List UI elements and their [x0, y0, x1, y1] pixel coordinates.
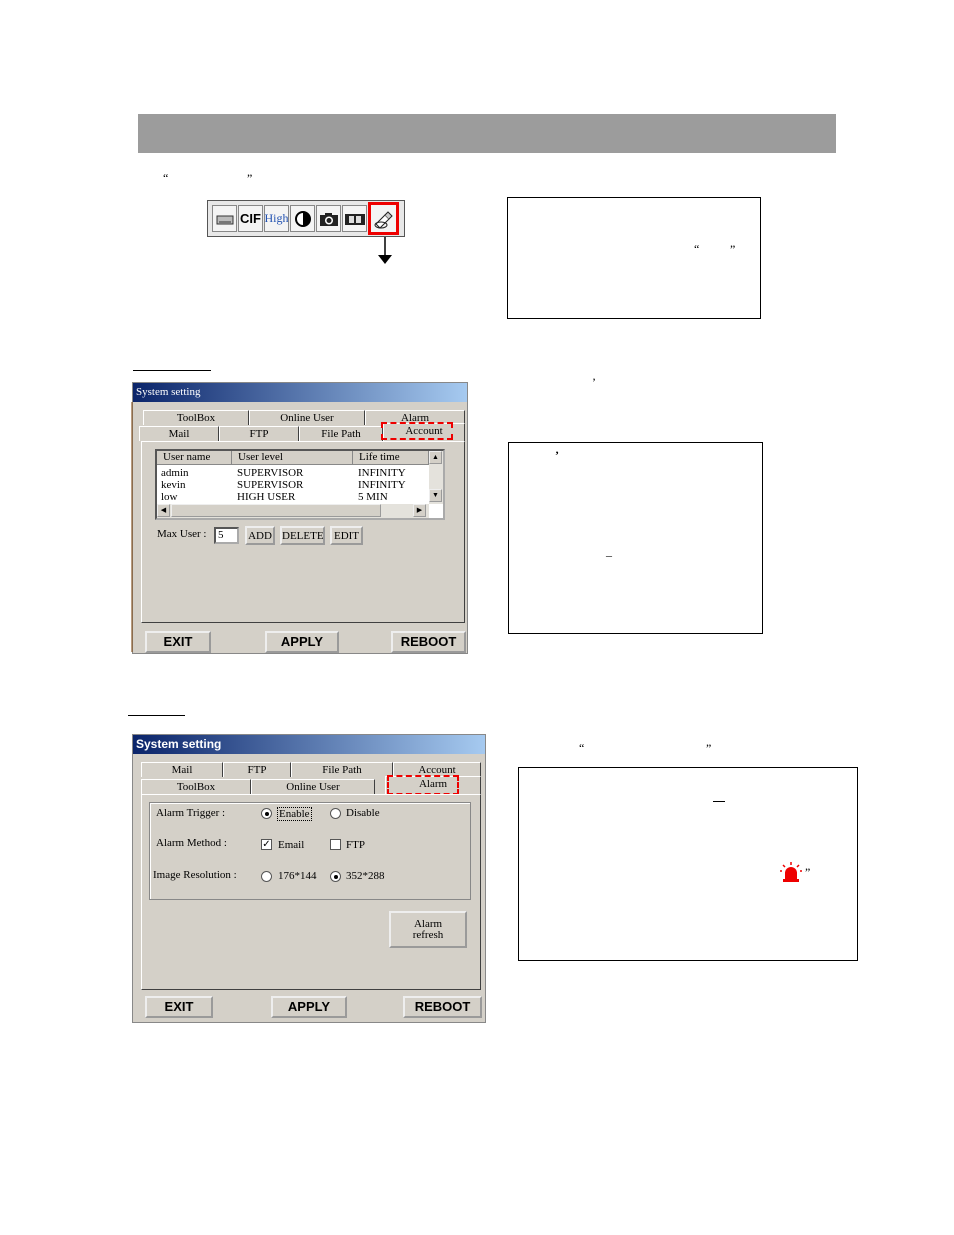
section-header-bar	[138, 114, 836, 153]
note-box-2: ’ –	[508, 442, 763, 634]
add-user-button[interactable]: ADD	[245, 526, 275, 545]
delete-user-button[interactable]: DELETE	[280, 526, 325, 545]
quote-open-mark: “	[579, 741, 585, 755]
high-quality-label: High	[264, 211, 289, 225]
scroll-right-icon[interactable]: ▶	[413, 504, 426, 517]
cell-user-name[interactable]: kevin	[161, 479, 185, 491]
alarm-refresh-line2: refresh	[412, 929, 444, 941]
quote-open-mark: “	[694, 242, 700, 256]
email-checkbox[interactable]: ✓	[261, 839, 272, 850]
quote-close-mark: ”	[805, 865, 811, 879]
red-alarm-light-icon	[780, 862, 802, 882]
film-icon[interactable]	[342, 205, 367, 232]
cell-life-time: INFINITY	[358, 467, 406, 479]
scan-edge	[131, 402, 133, 652]
tab-file-path[interactable]: File Path	[291, 762, 393, 777]
dash-mark: –	[606, 548, 612, 562]
scroll-thumb[interactable]	[171, 504, 381, 517]
scroll-left-icon[interactable]: ◀	[157, 504, 170, 517]
alarm-refresh-button[interactable]: Alarm refresh	[389, 911, 467, 948]
quote-close-mark: ”	[247, 171, 253, 185]
section-heading-underline	[133, 370, 211, 371]
resolution-352-radio[interactable]	[330, 871, 341, 882]
note-box-1: “ ”	[507, 197, 761, 319]
tab-ftp[interactable]: FTP	[219, 426, 299, 441]
system-setting-dialog-alarm: System setting Mail FTP File Path Accoun…	[132, 734, 486, 1023]
tab-online-user[interactable]: Online User	[251, 779, 375, 794]
tab-ftp[interactable]: FTP	[223, 762, 291, 777]
enable-label[interactable]: Enable	[277, 807, 312, 821]
ftp-label[interactable]: FTP	[346, 839, 365, 851]
camera-icon[interactable]	[316, 205, 341, 232]
reboot-button[interactable]: REBOOT	[403, 996, 482, 1018]
quote-close-mark: ”	[706, 741, 712, 755]
resolution-352-label[interactable]: 352*288	[346, 870, 385, 882]
tab-toolbox[interactable]: ToolBox	[141, 779, 251, 794]
dialog-title: System setting	[133, 735, 485, 754]
column-header-user-level[interactable]: User level	[232, 451, 353, 465]
underline-mark	[713, 801, 725, 802]
image-resolution-label: Image Resolution :	[153, 869, 237, 881]
alarm-method-label: Alarm Method :	[156, 837, 227, 849]
tab-online-user[interactable]: Online User	[249, 410, 365, 425]
alarm-trigger-label: Alarm Trigger :	[156, 807, 226, 819]
exit-button[interactable]: EXIT	[145, 631, 211, 653]
apply-button[interactable]: APPLY	[271, 996, 347, 1018]
highlight-account-tab	[381, 422, 453, 440]
horizontal-scrollbar[interactable]: ◀ ▶	[157, 504, 429, 518]
drive-icon[interactable]	[212, 205, 237, 232]
settings-pen-icon[interactable]	[368, 202, 399, 235]
vertical-scrollbar[interactable]: ▲ ▼	[429, 451, 443, 504]
apply-button[interactable]: APPLY	[265, 631, 339, 653]
cell-user-level: SUPERVISOR	[237, 467, 304, 479]
column-header-user-name[interactable]: User name	[157, 451, 232, 465]
cell-user-name[interactable]: low	[161, 491, 178, 503]
tab-mail[interactable]: Mail	[141, 762, 223, 777]
disable-radio[interactable]	[330, 808, 341, 819]
disable-label[interactable]: Disable	[346, 807, 380, 819]
scroll-down-icon[interactable]: ▼	[429, 489, 442, 502]
user-list[interactable]: User name User level Life time admin SUP…	[155, 449, 445, 520]
tab-mail[interactable]: Mail	[139, 426, 219, 441]
edit-user-button[interactable]: EDIT	[330, 526, 363, 545]
tab-toolbox[interactable]: ToolBox	[143, 410, 249, 425]
highlight-alarm-tab	[387, 775, 459, 795]
exit-button[interactable]: EXIT	[145, 996, 213, 1018]
reboot-button[interactable]: REBOOT	[391, 631, 466, 653]
max-user-label: Max User :	[157, 528, 207, 540]
apostrophe-mark: ’	[555, 448, 559, 462]
apostrophe-mark: ’	[592, 375, 596, 389]
tab-file-path[interactable]: File Path	[299, 426, 383, 441]
dialog-title: System setting	[133, 383, 467, 402]
scroll-up-icon[interactable]: ▲	[429, 451, 442, 464]
viewer-toolbar: CIF High	[207, 200, 405, 237]
section-heading-underline	[128, 715, 185, 716]
quote-open-mark: “	[163, 171, 169, 185]
max-user-input[interactable]: 5	[214, 527, 239, 544]
email-label[interactable]: Email	[278, 839, 304, 851]
high-quality-icon[interactable]: High	[264, 205, 289, 232]
cif-icon-label: CIF	[240, 211, 261, 226]
system-setting-dialog-account: System setting ToolBox Online User Alarm…	[132, 382, 468, 654]
column-header-life-time[interactable]: Life time	[353, 451, 429, 465]
ftp-checkbox[interactable]	[330, 839, 341, 850]
cell-user-level: SUPERVISOR	[237, 479, 304, 491]
note-box-3: ”	[518, 767, 858, 961]
enable-radio[interactable]	[261, 808, 272, 819]
cif-icon[interactable]: CIF	[238, 205, 263, 232]
cell-user-name[interactable]: admin	[161, 467, 189, 479]
resolution-176-radio[interactable]	[261, 871, 272, 882]
cell-life-time: 5 MIN	[358, 491, 388, 503]
quote-close-mark: ”	[730, 242, 736, 256]
down-arrow-icon	[378, 237, 392, 264]
resolution-176-label[interactable]: 176*144	[278, 870, 317, 882]
cell-life-time: INFINITY	[358, 479, 406, 491]
cell-user-level: HIGH USER	[237, 491, 296, 503]
contrast-icon[interactable]	[290, 205, 315, 232]
